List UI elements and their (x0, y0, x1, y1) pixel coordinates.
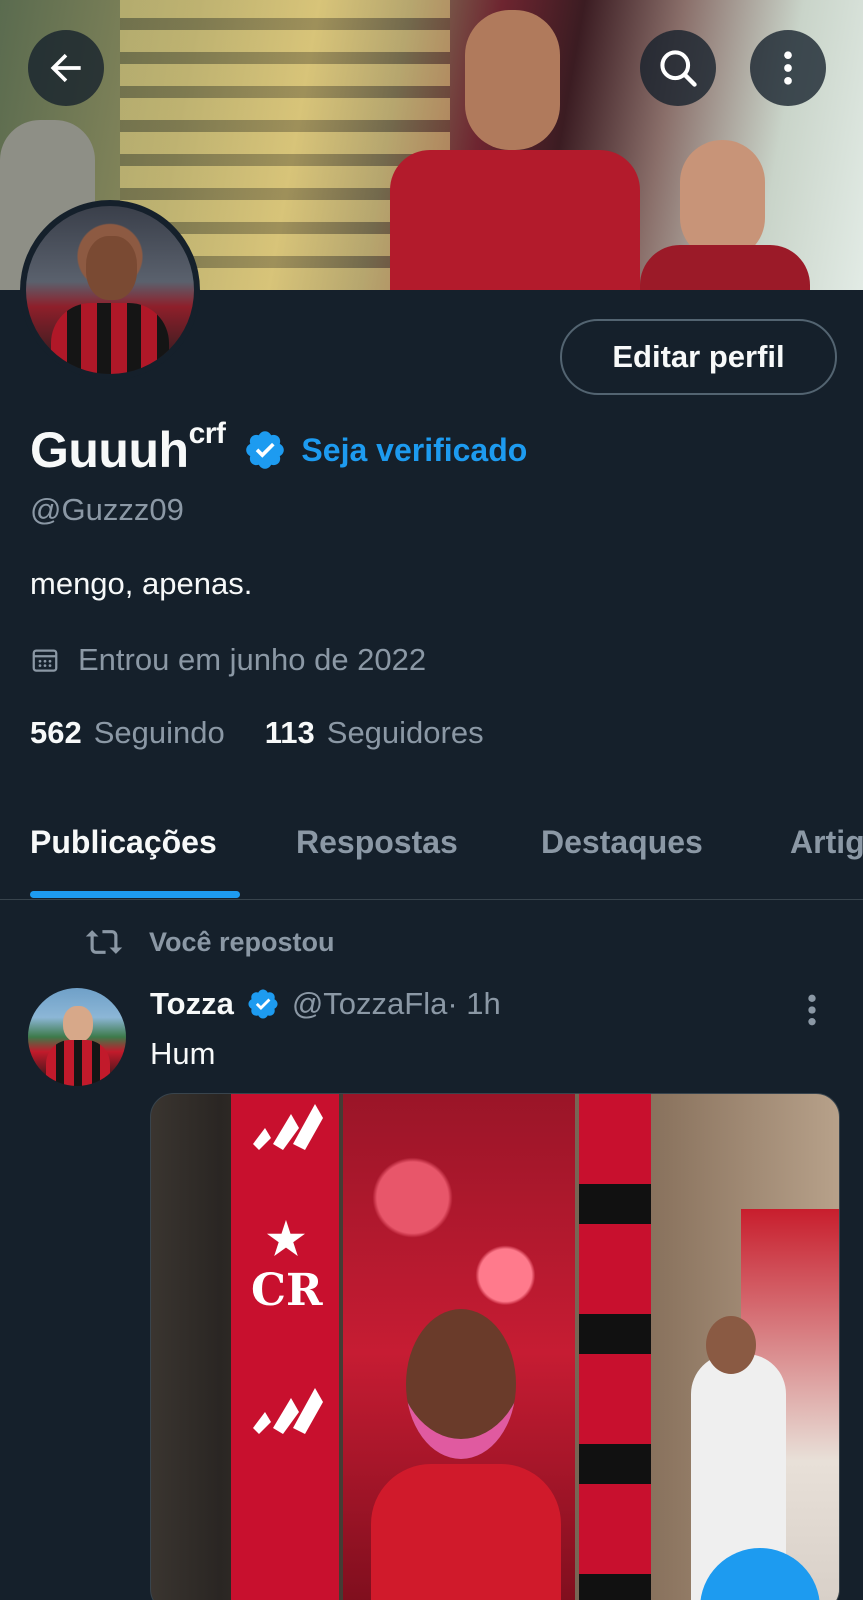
joined-date: Entrou em junho de 2022 (30, 642, 426, 678)
adidas-logo-icon (253, 1388, 323, 1434)
post-more-icon[interactable] (800, 990, 824, 1030)
banner-player2-head (680, 140, 765, 260)
adidas-logo-icon (253, 1104, 323, 1150)
media-visitor-head (706, 1316, 756, 1374)
post-media-image[interactable]: ★ CR (150, 1093, 840, 1600)
followers-label: Seguidores (326, 715, 484, 750)
verified-badge-icon (246, 431, 285, 469)
post-author-avatar[interactable] (28, 988, 126, 1086)
back-button[interactable] (28, 30, 104, 106)
profile-stats: 562 Seguindo 113 Seguidores (30, 715, 524, 751)
post-author-name[interactable]: Tozza (150, 986, 234, 1022)
tab-articles[interactable]: Artig (790, 824, 863, 861)
profile-avatar[interactable] (20, 200, 200, 380)
avatar-image (26, 206, 194, 374)
post-avatar-shirt (46, 1040, 110, 1086)
verified-badge-icon (248, 989, 278, 1019)
display-name-superscript: crf (188, 417, 226, 451)
banner-player2-shirt (640, 245, 810, 290)
get-verified-link[interactable]: Seja verificado (301, 432, 527, 469)
joined-text: Entrou em junho de 2022 (78, 642, 427, 677)
media-player-shirt (371, 1464, 561, 1600)
banner-player-shirt (390, 150, 640, 290)
edit-profile-button[interactable]: Editar perfil (560, 319, 837, 395)
repost-context: Você repostou (85, 926, 335, 958)
calendar-icon (32, 649, 58, 672)
post-header: Tozza @TozzaFla · 1h (150, 986, 501, 1022)
following-stat[interactable]: 562 Seguindo (30, 715, 225, 751)
arrow-left-icon (50, 53, 81, 83)
avatar-head (86, 236, 137, 301)
tab-highlights[interactable]: Destaques (541, 824, 703, 861)
search-icon (660, 50, 697, 87)
post-text: Hum (150, 1036, 216, 1071)
post-avatar-head (63, 1006, 93, 1042)
followers-stat[interactable]: 113 Seguidores (265, 715, 484, 751)
post-author-handle[interactable]: @TozzaFla (292, 986, 448, 1022)
active-tab-indicator (30, 891, 240, 898)
post-timestamp[interactable]: · 1h (447, 986, 500, 1022)
display-name: Guuuhcrf (30, 417, 226, 479)
display-name-text: Guuuh (30, 422, 189, 478)
profile-handle: @Guzzz09 (30, 492, 184, 527)
profile-tabs: Publicações Respostas Destaques Artig (0, 800, 863, 900)
media-red-panel (231, 1094, 339, 1600)
media-player-head (406, 1309, 516, 1459)
following-label: Seguindo (93, 715, 225, 750)
avatar-shirt (51, 303, 169, 374)
more-vertical-icon (784, 51, 792, 85)
more-options-button[interactable] (750, 30, 826, 106)
repost-icon (85, 930, 123, 954)
banner-player-head (465, 10, 560, 150)
search-button[interactable] (640, 30, 716, 106)
tab-replies[interactable]: Respostas (296, 824, 458, 861)
profile-bio: mengo, apenas. (30, 566, 253, 601)
following-count: 562 (30, 715, 82, 750)
tab-posts[interactable]: Publicações (30, 824, 217, 861)
followers-count: 113 (264, 715, 315, 750)
flamengo-crest-icon: ★ CR (251, 1214, 323, 1316)
name-row: Guuuhcrf Seja verificado (30, 415, 527, 485)
repost-label: Você repostou (149, 926, 335, 957)
media-striped-wall (579, 1094, 651, 1600)
